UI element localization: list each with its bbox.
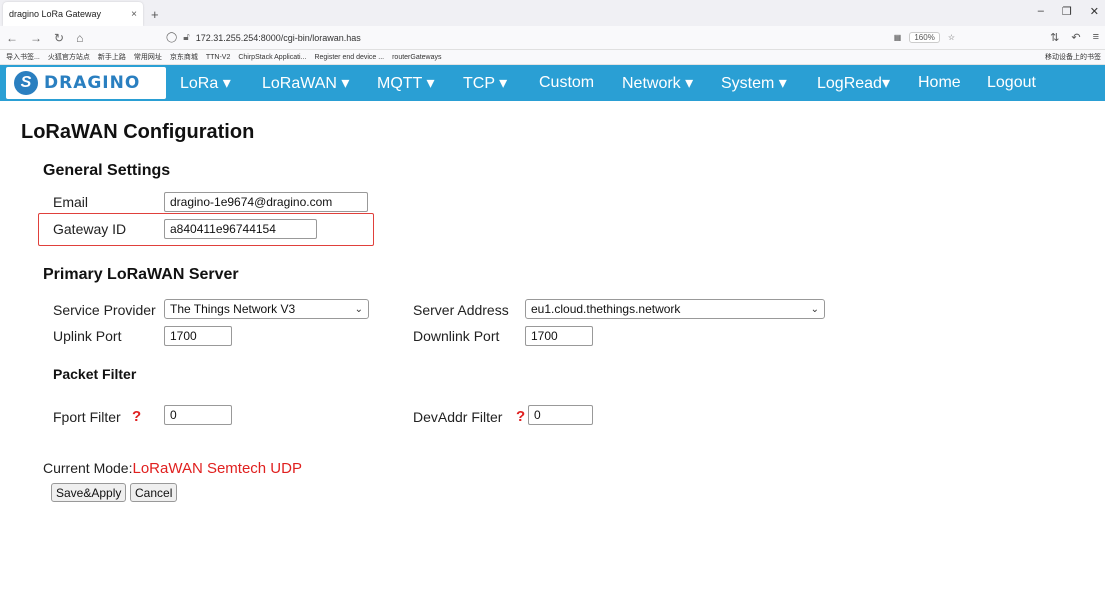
menu-system[interactable]: System ▾ (721, 65, 787, 101)
shield-icon: ◯ (166, 32, 178, 43)
page-title: LoRaWAN Configuration (21, 121, 255, 143)
restore-icon[interactable]: ❐ (1062, 5, 1072, 18)
menu-home[interactable]: Home (918, 65, 961, 101)
server-address-label: Server Address (413, 302, 509, 318)
bookmark-item[interactable]: TTN-V2 (206, 54, 231, 61)
menu-lora[interactable]: LoRa ▾ (180, 65, 231, 101)
logo-text: DRAGINO (44, 73, 141, 93)
new-tab-icon[interactable]: + (151, 7, 159, 22)
menu-tcp[interactable]: TCP ▾ (463, 65, 507, 101)
cancel-button[interactable]: Cancel (130, 483, 178, 502)
bookmark-item[interactable]: 新手上路 (98, 52, 126, 62)
server-address-select[interactable]: eu1.cloud.thethings.network ⌄ (525, 299, 825, 319)
browser-toolbar: ← → ↻ ⌂ ◯ 🔓︎ 172.31.255.254:8000/cgi-bin… (0, 26, 1105, 50)
gateway-id-label: Gateway ID (53, 221, 127, 237)
packet-filter-heading: Packet Filter (53, 366, 137, 382)
star-icon[interactable]: ☆ (948, 33, 955, 42)
browser-tab[interactable]: dragino LoRa Gateway × (3, 2, 143, 26)
uplink-port-field[interactable]: 1700 (164, 326, 232, 346)
forward-icon[interactable]: → (30, 31, 42, 45)
bookmark-item[interactable]: 导入书签... (6, 52, 40, 62)
lock-icon: 🔓︎ (183, 32, 190, 43)
extensions-icon[interactable]: ⇅ (1050, 31, 1059, 44)
bookmarks-bar: 导入书签... 火狐官方站点 新手上路 常用网址 京东商城 TTN-V2 Chi… (0, 50, 1105, 65)
downlink-port-label: Downlink Port (413, 328, 500, 344)
tab-title: dragino LoRa Gateway (9, 9, 102, 19)
bookmark-item[interactable]: 常用网址 (134, 52, 162, 62)
back-icon[interactable]: ← (6, 31, 18, 45)
fport-filter-field[interactable]: 0 (164, 405, 232, 425)
mobile-bookmarks[interactable]: 移动设备上的书签 (1045, 52, 1101, 62)
current-mode-label: Current Mode: (43, 460, 133, 476)
minimize-icon[interactable]: – (1038, 5, 1044, 18)
server-address-value: eu1.cloud.thethings.network (531, 302, 681, 316)
fport-filter-label: Fport Filter (53, 409, 121, 425)
menu-custom[interactable]: Custom (539, 65, 594, 101)
uplink-port-label: Uplink Port (53, 328, 122, 344)
menu-logread[interactable]: LogRead▾ (817, 65, 890, 101)
devaddr-filter-field[interactable]: 0 (528, 405, 593, 425)
bookmark-item[interactable]: 京东商城 (170, 52, 198, 62)
tab-close-icon[interactable]: × (131, 9, 137, 20)
service-provider-label: Service Provider (53, 302, 156, 318)
menu-logout[interactable]: Logout (987, 65, 1036, 101)
email-field[interactable]: dragino-1e9674@dragino.com (164, 192, 368, 212)
devaddr-help-icon[interactable]: ? (516, 408, 525, 425)
chevron-down-icon: ⌄ (810, 303, 819, 315)
menu-mqtt[interactable]: MQTT ▾ (377, 65, 435, 101)
browser-tabbar: dragino LoRa Gateway × + – ❐ ✕ (0, 0, 1105, 26)
address-bar[interactable]: ◯ 🔓︎ 172.31.255.254:8000/cgi-bin/lorawan… (166, 32, 361, 43)
bookmark-item[interactable]: Register end device ... (314, 54, 384, 61)
bookmark-item[interactable]: ChirpStack Applicati... (238, 54, 306, 61)
bookmark-item[interactable]: routerGateways (392, 54, 441, 61)
app-navbar: S DRAGINO LoRa ▾ LoRaWAN ▾ MQTT ▾ TCP ▾ … (0, 65, 1105, 101)
url-text: 172.31.255.254:8000/cgi-bin/lorawan.has (195, 32, 361, 43)
fport-help-icon[interactable]: ? (132, 408, 141, 425)
service-provider-select[interactable]: The Things Network V3 ⌄ (164, 299, 369, 319)
downlink-port-field[interactable]: 1700 (525, 326, 593, 346)
chevron-down-icon: ⌄ (354, 303, 363, 315)
email-label: Email (53, 194, 89, 210)
dragino-logo[interactable]: S DRAGINO (6, 67, 166, 99)
devaddr-filter-label: DevAddr Filter (413, 409, 503, 425)
current-mode: Current Mode:LoRaWAN Semtech UDP (43, 460, 302, 477)
menu-icon[interactable]: ≡ (1093, 31, 1099, 44)
window-controls: – ❐ ✕ (1038, 5, 1099, 18)
home-icon[interactable]: ⌂ (76, 31, 83, 45)
primary-server-heading: Primary LoRaWAN Server (43, 266, 239, 283)
close-window-icon[interactable]: ✕ (1090, 5, 1099, 18)
zoom-indicator[interactable]: 160% (909, 32, 940, 43)
reload-icon[interactable]: ↻ (54, 31, 64, 45)
dragino-logo-icon: S (14, 71, 38, 95)
qr-icon[interactable]: ▦ (894, 33, 902, 42)
general-settings-heading: General Settings (43, 162, 171, 179)
current-mode-value: LoRaWAN Semtech UDP (132, 460, 302, 477)
menu-lorawan[interactable]: LoRaWAN ▾ (262, 65, 349, 101)
save-apply-button[interactable]: Save&Apply (51, 483, 127, 502)
gateway-id-field[interactable]: a840411e96744154 (164, 219, 317, 239)
service-provider-value: The Things Network V3 (170, 302, 296, 316)
bookmark-item[interactable]: 火狐官方站点 (48, 52, 90, 62)
menu-network[interactable]: Network ▾ (622, 65, 693, 101)
undo-icon[interactable]: ↶ (1071, 31, 1080, 44)
